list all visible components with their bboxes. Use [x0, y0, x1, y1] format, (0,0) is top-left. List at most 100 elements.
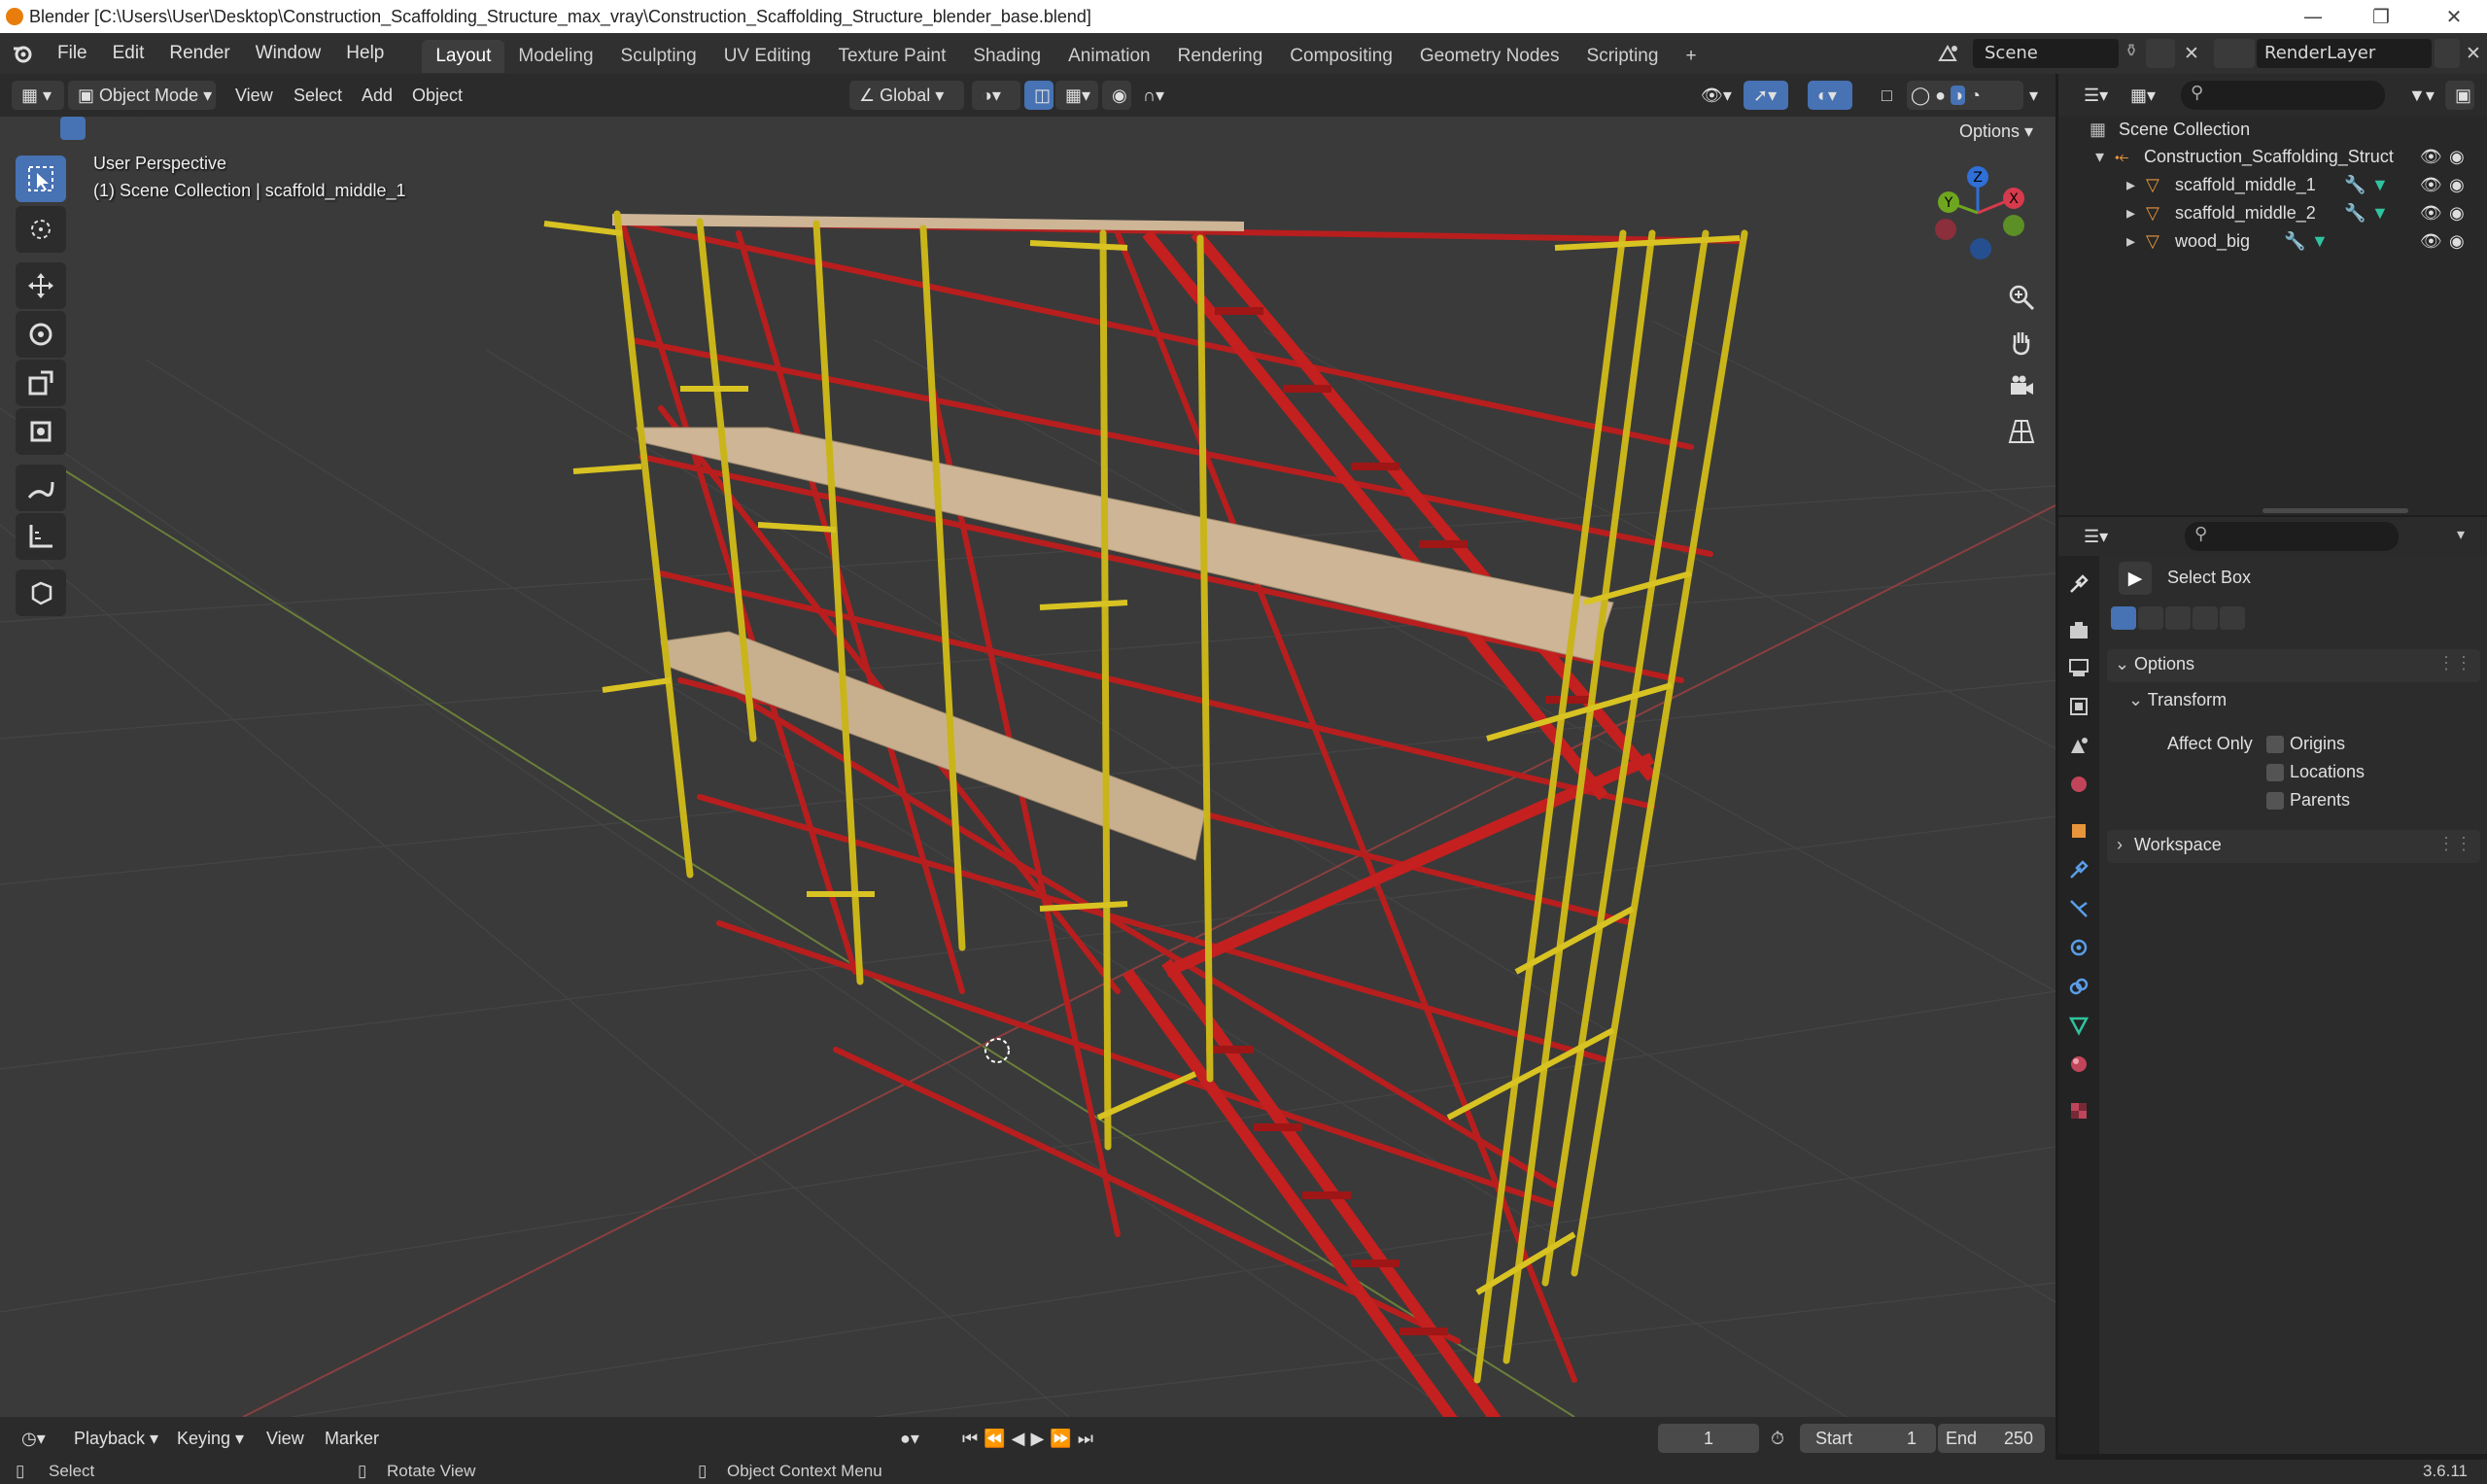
- snap-toggle[interactable]: ◫: [1024, 81, 1054, 110]
- delete-view-layer-icon[interactable]: ✕: [2462, 39, 2485, 68]
- menu-edit[interactable]: Edit: [100, 33, 157, 74]
- menu-keying[interactable]: Keying ▾: [177, 1424, 244, 1453]
- mesh-data-icon[interactable]: ▼: [2371, 175, 2389, 195]
- play-icon[interactable]: ▶: [1030, 1429, 1050, 1448]
- select-invert-icon[interactable]: [142, 117, 167, 140]
- expand-arrow-icon[interactable]: ▸: [2126, 203, 2135, 224]
- tab-layout[interactable]: Layout: [422, 40, 505, 73]
- render-properties-tab[interactable]: [2064, 616, 2093, 645]
- jump-end-icon[interactable]: ⏭: [1078, 1429, 1099, 1448]
- xray-toggle[interactable]: □: [1872, 81, 1901, 110]
- snap-target-button[interactable]: ▦▾: [1055, 81, 1098, 110]
- navigation-gizmo[interactable]: Z X Y: [1924, 159, 2031, 266]
- proportional-edit-toggle[interactable]: ◉: [1102, 81, 1131, 110]
- render-layer-icon[interactable]: [2214, 39, 2255, 68]
- locations-checkbox[interactable]: [2266, 764, 2284, 781]
- outliner-row-object[interactable]: ▸ ▽ scaffold_middle_1 🔧 ▼ 👁 ◉: [2058, 172, 2487, 200]
- tool-settings-tab[interactable]: [2064, 569, 2093, 599]
- cursor-tool[interactable]: [16, 206, 66, 253]
- new-collection-button[interactable]: ▣: [2445, 81, 2474, 110]
- visibility-button[interactable]: 👁▾: [1691, 81, 1736, 110]
- outliner-scrollbar[interactable]: [2262, 508, 2408, 513]
- add-cube-tool[interactable]: [16, 569, 66, 616]
- minimize-button[interactable]: —: [2284, 0, 2342, 33]
- properties-search-input[interactable]: ⚲: [2185, 522, 2399, 551]
- shading-options-button[interactable]: ▾: [2025, 81, 2049, 110]
- visibility-eye-icon[interactable]: 👁: [2420, 147, 2442, 167]
- properties-options-dropdown[interactable]: ▾: [2457, 525, 2465, 543]
- texture-properties-tab[interactable]: [2064, 1096, 2093, 1125]
- timeline-editor-type-button[interactable]: ◷▾: [12, 1424, 54, 1453]
- menu-help[interactable]: Help: [333, 33, 397, 74]
- select-new-icon[interactable]: [60, 117, 86, 140]
- menu-render[interactable]: Render: [156, 33, 242, 74]
- origins-checkbox[interactable]: [2266, 736, 2284, 753]
- select-box-tool[interactable]: [16, 155, 66, 202]
- world-properties-tab[interactable]: [2064, 770, 2093, 799]
- menu-select[interactable]: Select: [294, 81, 342, 110]
- particles-properties-tab[interactable]: [2064, 894, 2093, 923]
- outliner-row-collection[interactable]: ▾ ⤝ Construction_Scaffolding_Struct 👁 ◉: [2058, 144, 2487, 172]
- outliner-row-scene-collection[interactable]: ▦ Scene Collection: [2058, 117, 2487, 145]
- menu-object[interactable]: Object: [412, 81, 463, 110]
- transform-subpanel-header[interactable]: ⌄ Transform: [2128, 690, 2227, 710]
- expand-arrow-icon[interactable]: ▸: [2126, 231, 2135, 252]
- pivot-point-button[interactable]: ◑▾: [972, 81, 1020, 110]
- tab-animation[interactable]: Animation: [1054, 40, 1164, 73]
- tab-texture-paint[interactable]: Texture Paint: [824, 40, 959, 73]
- render-camera-icon[interactable]: ◉: [2449, 175, 2465, 195]
- select-intersect-icon[interactable]: [2220, 606, 2245, 630]
- current-frame-field[interactable]: 1: [1658, 1424, 1759, 1453]
- new-view-layer-button[interactable]: [2435, 39, 2460, 68]
- select-invert-icon[interactable]: [2193, 606, 2218, 630]
- tab-shading[interactable]: Shading: [959, 40, 1054, 73]
- display-mode-button[interactable]: ▦▾: [2121, 81, 2163, 110]
- view-layer-properties-tab[interactable]: [2064, 692, 2093, 721]
- move-tool[interactable]: [16, 262, 66, 309]
- select-subtract-icon[interactable]: [115, 117, 140, 140]
- drag-handle-icon[interactable]: ⋮⋮: [2437, 653, 2472, 673]
- pin-icon[interactable]: ⚱: [2119, 41, 2144, 66]
- render-camera-icon[interactable]: ◉: [2449, 231, 2465, 252]
- data-properties-tab[interactable]: [2064, 1011, 2093, 1040]
- workspace-panel-header[interactable]: › Workspace ⋮⋮: [2107, 830, 2480, 863]
- physics-properties-tab[interactable]: [2064, 933, 2093, 962]
- end-frame-field[interactable]: End 250: [1938, 1424, 2045, 1453]
- scene-properties-tab[interactable]: [2064, 731, 2093, 760]
- material-shading-icon[interactable]: ◑: [1951, 86, 1965, 105]
- expand-arrow-icon[interactable]: ▸: [2126, 175, 2135, 195]
- tab-scripting[interactable]: Scripting: [1573, 40, 1673, 73]
- jump-start-icon[interactable]: ⏮: [962, 1429, 984, 1448]
- menu-marker[interactable]: Marker: [325, 1424, 379, 1453]
- record-icon[interactable]: ●▾: [900, 1424, 919, 1453]
- tab-rendering[interactable]: Rendering: [1164, 40, 1277, 73]
- overlay-toggle[interactable]: ◐▾: [1808, 81, 1852, 110]
- drag-handle-icon[interactable]: ⋮⋮: [2437, 834, 2472, 854]
- filter-icon[interactable]: ▼▾: [2399, 81, 2441, 110]
- wireframe-shading-icon[interactable]: ◯: [1911, 86, 1930, 105]
- select-new-icon[interactable]: [2111, 606, 2136, 630]
- visibility-eye-icon[interactable]: 👁: [2420, 175, 2442, 195]
- select-extend-icon[interactable]: [2138, 606, 2163, 630]
- select-extend-icon[interactable]: [87, 117, 113, 140]
- render-camera-icon[interactable]: ◉: [2449, 147, 2465, 167]
- visibility-eye-icon[interactable]: 👁: [2420, 231, 2442, 252]
- prev-keyframe-icon[interactable]: ⏪: [984, 1429, 1011, 1448]
- gizmo-toggle[interactable]: ➚▾: [1744, 81, 1788, 110]
- render-camera-icon[interactable]: ◉: [2449, 203, 2465, 224]
- menu-add[interactable]: Add: [362, 81, 393, 110]
- menu-view[interactable]: View: [266, 1424, 304, 1453]
- editor-type-button[interactable]: ▦ ▾: [12, 81, 64, 110]
- tab-compositing[interactable]: Compositing: [1276, 40, 1406, 73]
- annotate-tool[interactable]: [16, 465, 66, 511]
- blender-menu-icon[interactable]: [0, 33, 45, 74]
- tab-modeling[interactable]: Modeling: [504, 40, 606, 73]
- transform-tool[interactable]: [16, 408, 66, 455]
- transform-orientation-select[interactable]: ∠ Global ▾: [849, 81, 964, 110]
- 3d-viewport[interactable]: User Perspective (1) Scene Collection | …: [0, 117, 2055, 1417]
- measure-tool[interactable]: [16, 513, 66, 560]
- scene-icon[interactable]: [1934, 39, 1963, 68]
- options-panel-header[interactable]: ⌄ Options ⋮⋮: [2107, 649, 2480, 682]
- delete-scene-icon[interactable]: ✕: [2177, 39, 2206, 68]
- tab-sculpting[interactable]: Sculpting: [607, 40, 710, 73]
